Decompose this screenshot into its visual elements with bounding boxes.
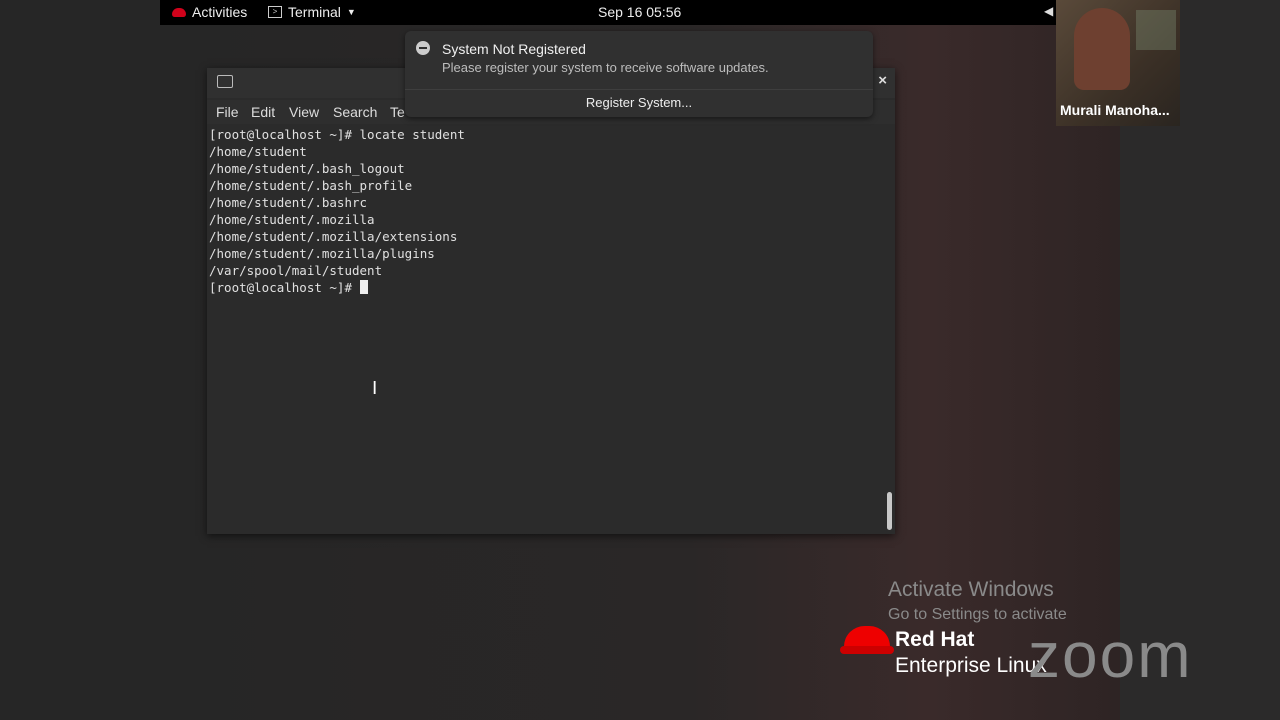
new-tab-icon[interactable]	[217, 75, 233, 88]
participant-name: Murali Manoha...	[1060, 102, 1170, 118]
gnome-top-bar: Activities > Terminal ▼ Sep 16 05:56 ◀	[160, 0, 1056, 25]
activities-button[interactable]: Activities	[172, 4, 247, 20]
terminal-line: /home/student/.bashrc	[209, 195, 368, 210]
chevron-down-icon: ▼	[346, 7, 356, 17]
notification-banner[interactable]: System Not Registered Please register yo…	[405, 31, 873, 117]
terminal-line: /home/student	[209, 144, 307, 159]
participant-video	[1074, 8, 1130, 90]
close-icon[interactable]: ×	[878, 72, 887, 89]
app-menu-terminal[interactable]: > Terminal ▼	[268, 4, 356, 20]
terminal-window[interactable]: × File Edit View Search Te [root@localho…	[207, 68, 895, 534]
left-letterbox	[0, 0, 160, 720]
volume-icon[interactable]: ◀	[1044, 4, 1053, 18]
redhat-brand-sub: Enterprise Linux	[895, 654, 1047, 677]
menu-search[interactable]: Search	[333, 104, 377, 120]
terminal-line: /var/spool/mail/student	[209, 263, 383, 278]
notification-body: Please register your system to receive s…	[442, 60, 769, 75]
scrollbar-thumb[interactable]	[887, 492, 892, 530]
app-menu-label: Terminal	[288, 4, 341, 20]
terminal-line: /home/student/.mozilla/extensions	[209, 229, 458, 244]
ibeam-cursor-icon: I	[372, 378, 378, 399]
terminal-output[interactable]: [root@localhost ~]# locate student/home/…	[209, 126, 879, 526]
terminal-line: /home/student/.bash_profile	[209, 178, 413, 193]
menu-edit[interactable]: Edit	[251, 104, 275, 120]
terminal-prompt-line: [root@localhost ~]#	[209, 279, 879, 296]
redhat-hat-icon	[840, 626, 894, 654]
terminal-line: /home/student/.bash_logout	[209, 161, 405, 176]
activities-label: Activities	[192, 4, 248, 20]
activate-title: Activate Windows	[888, 578, 1054, 601]
zoom-logo: zoom	[1028, 619, 1193, 691]
menu-terminal[interactable]: Te	[390, 104, 405, 120]
terminal-line: /home/student/.mozilla/plugins	[209, 246, 435, 261]
register-system-button[interactable]: Register System...	[405, 90, 873, 117]
terminal-prompt: [root@localhost ~]#	[209, 280, 360, 295]
notification-title: System Not Registered	[442, 41, 586, 57]
video-background	[1136, 10, 1176, 50]
terminal-line: /home/student/.mozilla	[209, 212, 375, 227]
terminal-icon: >	[268, 6, 282, 18]
menu-file[interactable]: File	[216, 104, 239, 120]
redhat-brand-name: Red Hat	[895, 628, 975, 651]
clock[interactable]: Sep 16 05:56	[598, 4, 681, 20]
terminal-line: [root@localhost ~]# locate student	[209, 127, 465, 142]
notification-icon	[416, 41, 430, 55]
video-tile[interactable]: Murali Manoha...	[1056, 0, 1180, 126]
redhat-icon	[172, 7, 186, 17]
text-cursor	[359, 280, 368, 294]
menu-view[interactable]: View	[289, 104, 319, 120]
